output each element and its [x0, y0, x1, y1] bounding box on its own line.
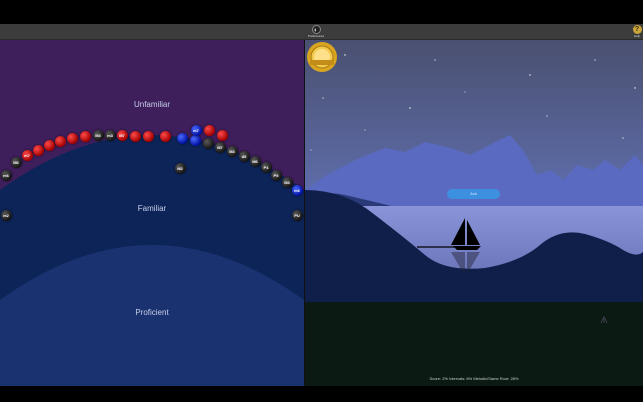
- medal-badge-icon: [307, 42, 337, 72]
- progress-panel: Unfamiliar Familiar Proficient m6 M6 m7 M3 m…: [0, 40, 304, 386]
- preferences-icon: ◐: [311, 25, 321, 34]
- interval-bubble[interactable]: [159, 130, 171, 142]
- interval-bubble[interactable]: [216, 129, 228, 141]
- interval-bubble[interactable]: PU: [291, 209, 303, 221]
- toolbar: ◐ Preferences ? Help: [0, 24, 643, 40]
- interval-bubble[interactable]: [176, 132, 188, 144]
- progress-zones: [0, 40, 304, 386]
- interval-bubble[interactable]: M3: [92, 129, 104, 141]
- bottom-bar: [0, 386, 643, 402]
- interval-bubble[interactable]: [66, 132, 78, 144]
- interval-bubble[interactable]: M7: [214, 141, 226, 153]
- interval-bubble[interactable]: [203, 124, 215, 136]
- interval-bubble[interactable]: M6: [249, 155, 261, 167]
- zone-label-proficient: Proficient: [135, 308, 169, 317]
- interval-bubble[interactable]: P5: [270, 169, 282, 181]
- interval-bubble[interactable]: m7: [190, 124, 202, 136]
- preferences-label: Preferences: [307, 34, 325, 38]
- interval-bubble[interactable]: [142, 130, 154, 142]
- interval-bubble[interactable]: M6: [10, 156, 22, 168]
- interval-bubble[interactable]: m6: [0, 169, 12, 181]
- interval-bubble[interactable]: P4: [260, 161, 272, 173]
- score-text: Score: 2% Intervals: 8% Melodic/Same Roo…: [429, 376, 519, 381]
- interval-bubble[interactable]: m2: [0, 209, 12, 221]
- interval-bubble[interactable]: d5: [238, 150, 250, 162]
- interval-bubble[interactable]: m3: [104, 129, 116, 141]
- help-label: Help: [633, 34, 641, 38]
- help-icon: ?: [632, 25, 642, 34]
- interval-bubble[interactable]: m6: [291, 184, 303, 196]
- interval-bubble[interactable]: [43, 139, 55, 151]
- interval-bubble[interactable]: M2: [174, 162, 186, 174]
- app-window: ◐ Preferences ? Help Unfamiliar Familiar…: [0, 0, 643, 402]
- help-button[interactable]: ? Help: [622, 24, 643, 39]
- interval-bubble[interactable]: M7: [116, 129, 128, 141]
- scene-panel: Ask Score: 2% Intervals: 8% Melodic/Same…: [305, 40, 643, 386]
- zone-label-familiar: Familiar: [137, 204, 167, 213]
- interval-bubble[interactable]: [189, 134, 201, 146]
- zone-label-unfamiliar: Unfamiliar: [133, 100, 170, 109]
- badge-button[interactable]: Ask: [447, 189, 500, 199]
- interval-bubble[interactable]: [54, 135, 66, 147]
- interval-bubble[interactable]: [79, 130, 91, 142]
- interval-bubble[interactable]: m7: [21, 149, 33, 161]
- interval-bubble[interactable]: [129, 130, 141, 142]
- interval-bubble[interactable]: [202, 137, 214, 149]
- shore: [305, 302, 643, 386]
- interval-bubble[interactable]: M3: [226, 145, 238, 157]
- sailboat-scene: [305, 40, 643, 386]
- interval-bubble[interactable]: M3: [281, 176, 293, 188]
- interval-bubble[interactable]: [32, 144, 44, 156]
- preferences-button[interactable]: ◐ Preferences: [301, 24, 331, 39]
